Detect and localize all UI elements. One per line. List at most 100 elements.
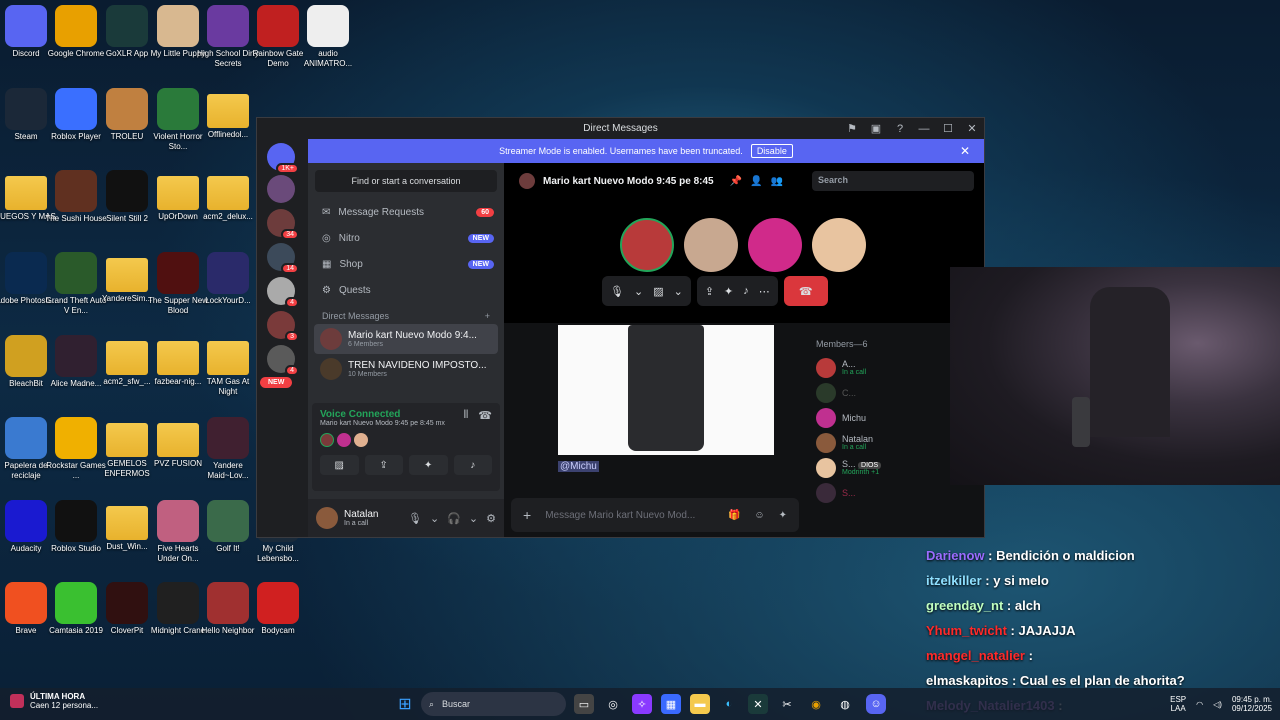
chat-message: elmaskapitos : Cual es el plan de ahorit… <box>926 673 1185 688</box>
soundboard-icon[interactable]: ♪ <box>743 285 749 297</box>
noise-icon[interactable]: ⫴ <box>464 409 469 427</box>
obs-icon[interactable]: ◍ <box>835 694 855 714</box>
app-icon[interactable]: ◎ <box>603 694 623 714</box>
server-icon[interactable]: 4 <box>267 345 299 376</box>
language-indicator[interactable]: ESP LAA <box>1170 695 1186 713</box>
member-item[interactable]: A... In a call <box>816 355 972 380</box>
maximize-button[interactable]: ☐ <box>936 122 960 135</box>
image-attachment[interactable] <box>558 325 774 455</box>
requests-badge: 60 <box>476 207 494 217</box>
gift-icon[interactable]: 🎁 <box>728 510 740 521</box>
members-header: Members—6 <box>816 339 868 349</box>
disable-streamer-button[interactable]: Disable <box>750 144 793 158</box>
member-item[interactable]: S... <box>816 480 972 505</box>
message-requests-item[interactable]: ✉ Message Requests 60 <box>308 199 504 225</box>
chevron-down-icon[interactable]: ⌄ <box>674 285 683 298</box>
member-list-icon[interactable]: 👥 <box>771 176 783 187</box>
dm-item[interactable]: TREN NAVIDEÑO IMPOSTO... 10 Members <box>314 354 498 384</box>
windows-start-icon[interactable]: ⊞ <box>395 694 415 714</box>
desktop-icon[interactable]: LockYourD... <box>197 252 259 306</box>
settings-gear-icon[interactable]: ⚙ <box>486 512 496 525</box>
add-friends-icon[interactable]: 👤 <box>750 176 762 187</box>
task-view-icon[interactable]: ▭ <box>574 694 594 714</box>
new-unreads-pill[interactable]: NEW <box>260 377 293 388</box>
desktop-icon[interactable]: audio ANIMATRO... <box>297 5 359 69</box>
server-icon[interactable]: 3 <box>267 311 299 342</box>
home-button[interactable]: 1K+ <box>267 143 299 174</box>
avatar[interactable] <box>316 507 338 529</box>
desktop-icon[interactable]: Bodycam <box>247 582 309 636</box>
desktop-icon[interactable]: Yandere Maid~Lov... <box>197 417 259 481</box>
find-conversation-button[interactable]: Find or start a conversation <box>315 170 497 192</box>
more-icon[interactable]: ⋯ <box>759 285 770 298</box>
create-dm-icon[interactable]: + <box>485 311 490 321</box>
screen-icon[interactable]: ▣ <box>864 122 888 135</box>
capcut-icon[interactable]: ✂ <box>777 694 797 714</box>
call-participant-avatar[interactable] <box>620 218 674 272</box>
clock[interactable]: 09:45 p. m. 09/12/2025 <box>1232 695 1272 713</box>
dm-item[interactable]: Mario kart Nuevo Modo 9:4... 6 Members <box>314 324 498 354</box>
camera-off-button[interactable]: ▨ <box>320 455 359 475</box>
server-icon[interactable]: 34 <box>267 209 299 240</box>
end-call-button[interactable]: ☎ <box>783 276 828 306</box>
add-attachment-icon[interactable]: + <box>523 507 531 523</box>
activity-control[interactable]: ⇪ ✦ ♪ ⋯ <box>696 276 778 306</box>
call-participant-avatar[interactable] <box>748 218 802 272</box>
minimize-button[interactable]: — <box>912 123 936 135</box>
member-item[interactable]: Natalan In a call <box>816 430 972 455</box>
volume-icon[interactable]: ◁) <box>1213 700 1222 709</box>
edge-icon[interactable]: ◐ <box>719 694 739 714</box>
chrome-icon[interactable]: ◉ <box>806 694 826 714</box>
screenshare-button[interactable]: ⇪ <box>364 455 403 475</box>
nitro-item[interactable]: ◎ Nitro NEW <box>308 225 504 251</box>
emoji-icon[interactable]: ☺ <box>754 510 764 521</box>
mic-control[interactable]: 🎙 ⌄ ▨ ⌄ <box>602 276 691 306</box>
screenshare-icon[interactable]: ⇪ <box>705 285 714 298</box>
server-icon[interactable] <box>267 175 295 203</box>
desktop-icon[interactable]: Offlinedol... <box>197 88 259 140</box>
store-icon[interactable]: ▦ <box>661 694 681 714</box>
microphone-icon[interactable]: 🎙 <box>408 512 422 525</box>
copilot-icon[interactable]: ✧ <box>632 694 652 714</box>
search-input[interactable]: Search <box>812 171 974 191</box>
member-item[interactable]: Michu <box>816 405 972 430</box>
member-item[interactable]: C... <box>816 380 972 405</box>
inbox-icon[interactable]: ⚑ <box>840 122 864 135</box>
rockstar-icon <box>55 417 97 459</box>
user-mention[interactable]: @Michu <box>558 461 599 472</box>
wifi-icon[interactable]: ◠ <box>1196 700 1203 709</box>
disconnect-icon[interactable]: ☎ <box>478 409 492 427</box>
quests-item[interactable]: ⚙ Quests <box>308 277 504 303</box>
server-icon[interactable]: 14 <box>267 243 299 274</box>
chevron-down-icon[interactable]: ⌄ <box>430 512 439 525</box>
activities-button[interactable]: ✦ <box>409 455 448 475</box>
message-input[interactable]: + Message Mario kart Nuevo Mod... 🎁 ☺ ✦ <box>511 498 799 532</box>
help-icon[interactable]: ? <box>888 123 912 135</box>
goxlr-icon[interactable]: ✕ <box>748 694 768 714</box>
file-explorer-icon[interactable]: ▬ <box>690 694 710 714</box>
discord-icon[interactable]: ☺ <box>866 694 886 714</box>
close-icon[interactable]: ✕ <box>960 144 970 158</box>
camera-off-icon[interactable]: ▨ <box>653 285 663 298</box>
pin-icon[interactable]: 📌 <box>730 176 742 187</box>
chevron-down-icon[interactable]: ⌄ <box>634 285 643 298</box>
dm-sidebar: Find or start a conversation ✉ Message R… <box>308 163 504 537</box>
desktop-icon[interactable]: TAM Gas At Night <box>197 335 259 397</box>
chevron-down-icon[interactable]: ⌄ <box>469 512 478 525</box>
news-widget[interactable]: ÚLTIMA HORA Caen 12 persona... <box>10 692 98 710</box>
apps-icon[interactable]: ✦ <box>779 510 787 521</box>
server-icon[interactable]: 4 <box>267 277 299 308</box>
taskbar-search[interactable]: ⌕ Buscar <box>421 692 566 716</box>
member-item[interactable]: S... DIOS Modrinth +1 <box>816 455 972 480</box>
activities-icon[interactable]: ✦ <box>724 285 733 298</box>
microphone-icon[interactable]: 🎙 <box>610 285 624 298</box>
soundboard-button[interactable]: ♪ <box>453 455 492 475</box>
close-window-button[interactable]: ✕ <box>960 122 984 135</box>
desktop-icon[interactable]: acm2_delux... <box>197 170 259 222</box>
voice-channel[interactable]: Mario kart Nuevo Modo 9:45 pe 8:45 mx <box>320 420 445 427</box>
headphones-icon[interactable]: 🎧 <box>447 512 461 525</box>
chrome-icon <box>55 5 97 47</box>
call-participant-avatar[interactable] <box>812 218 866 272</box>
call-participant-avatar[interactable] <box>684 218 738 272</box>
shop-item[interactable]: ▦ Shop NEW <box>308 251 504 277</box>
